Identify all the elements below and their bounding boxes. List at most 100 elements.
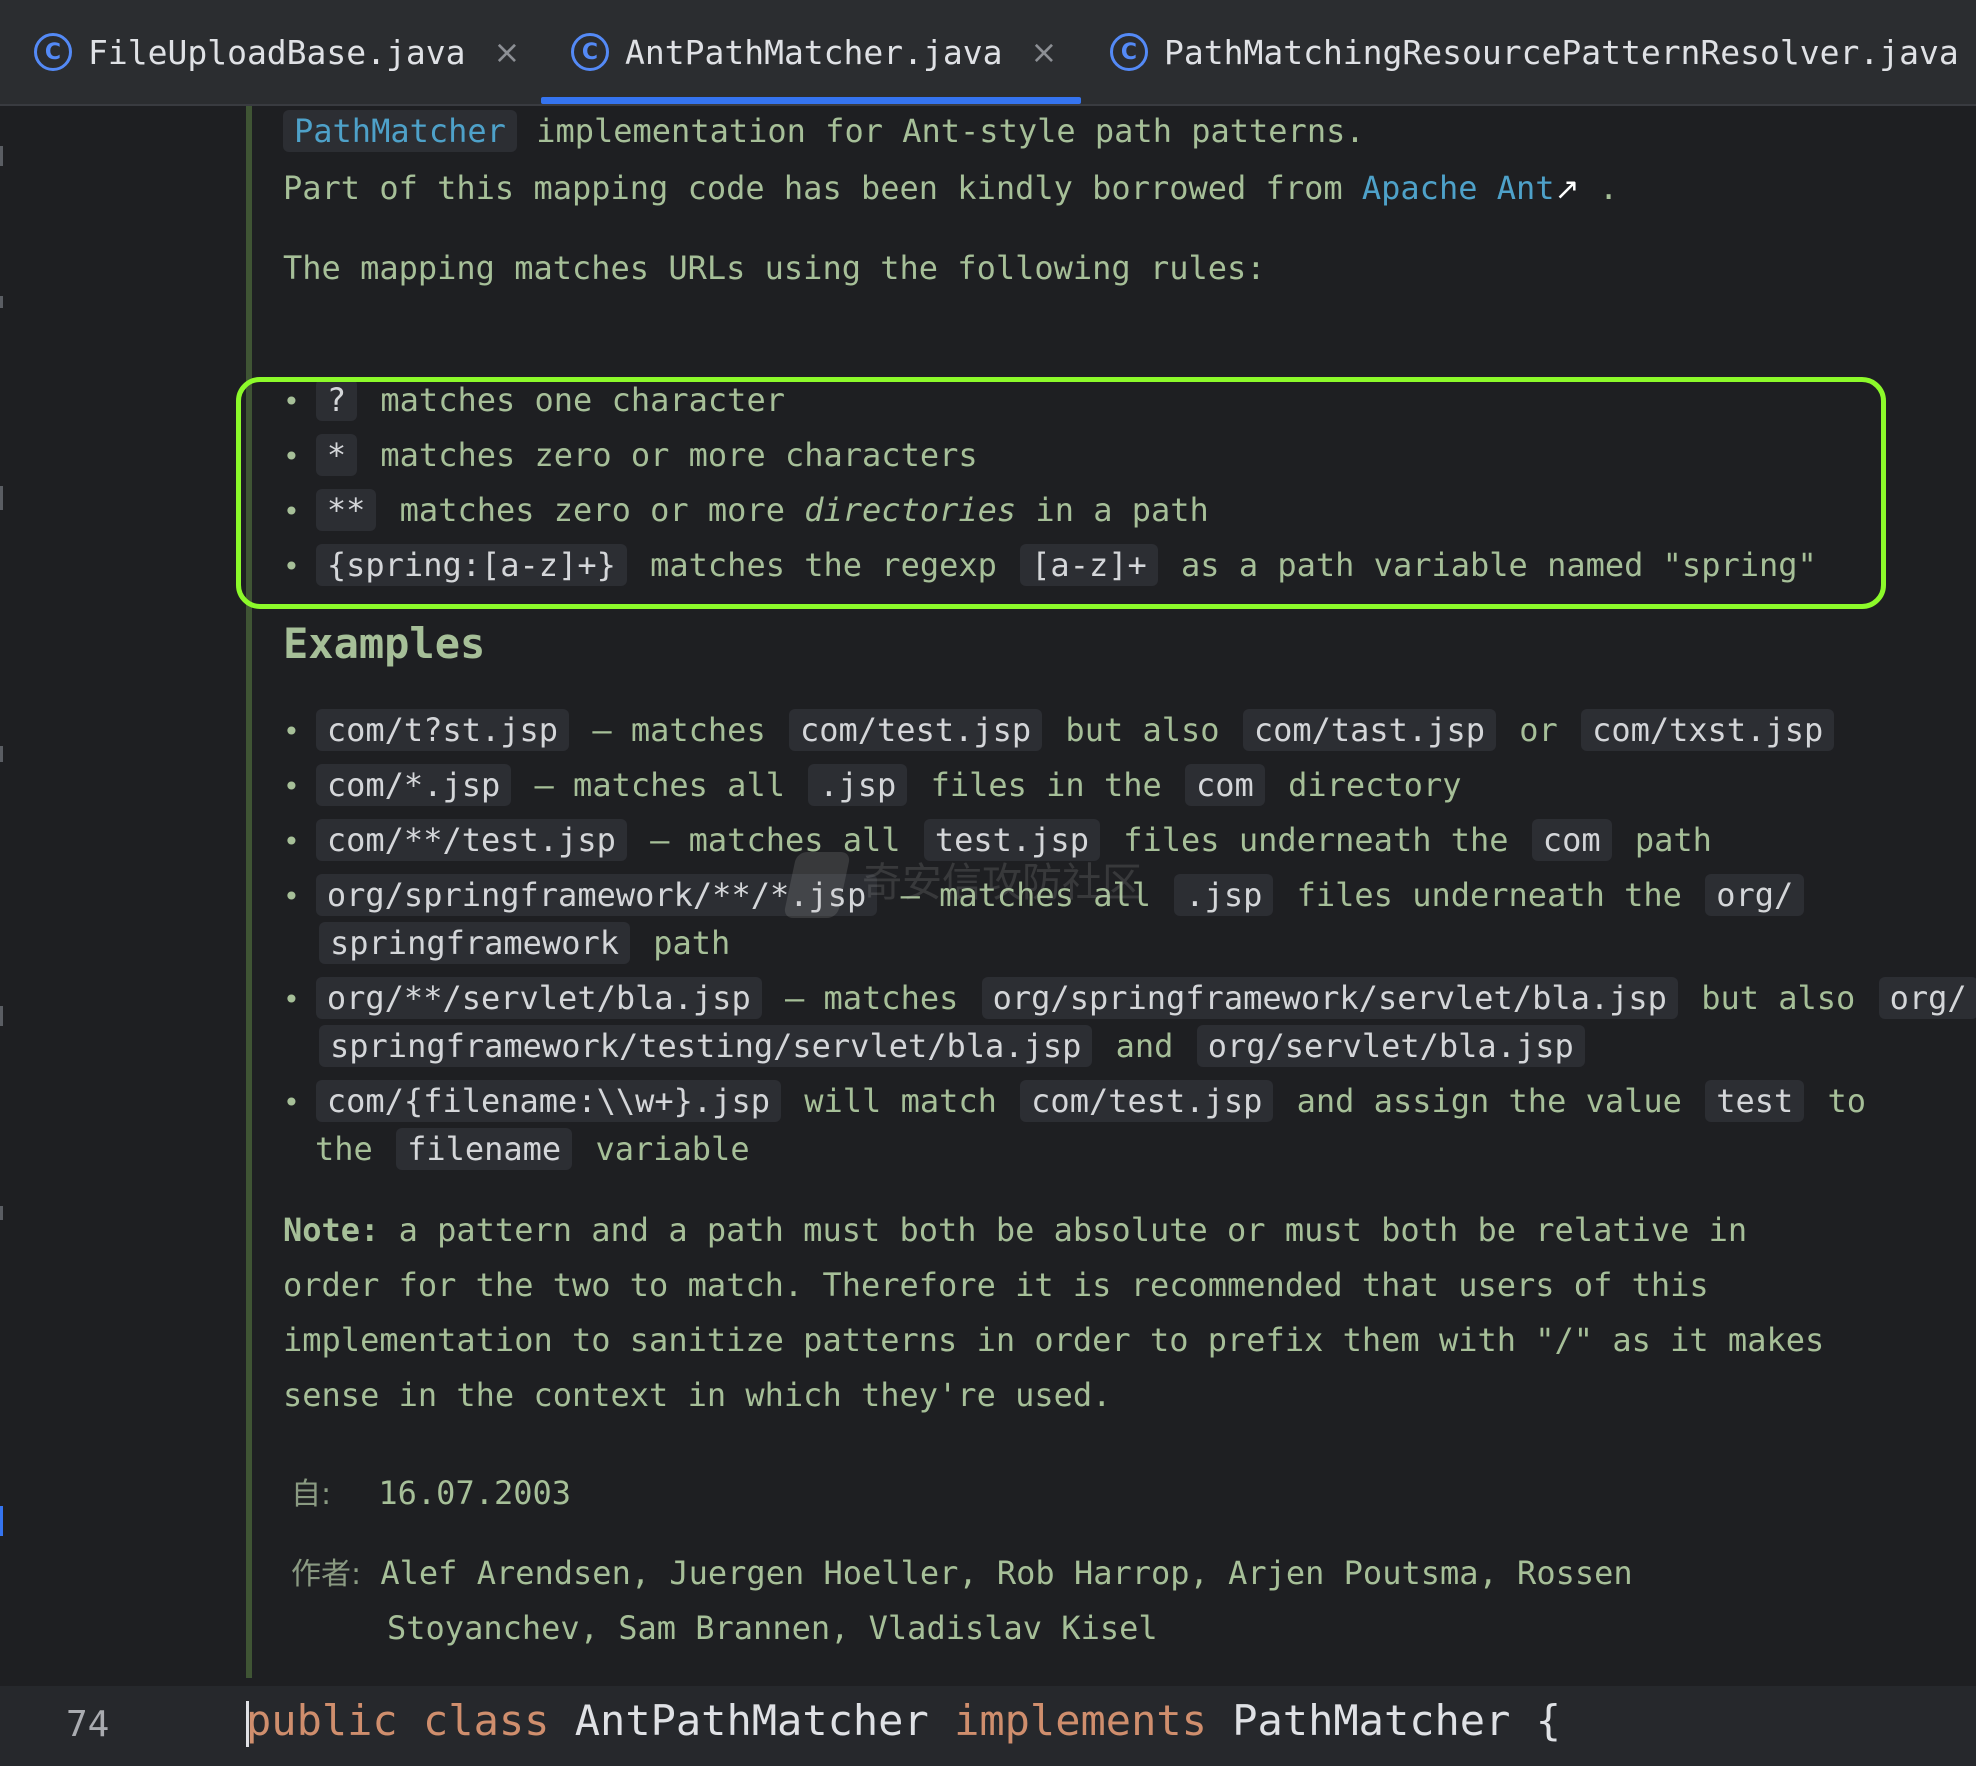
line-number: 74: [66, 1704, 110, 1745]
doc-text: but also: [1701, 979, 1856, 1017]
bullet: •: [283, 983, 300, 1016]
watermark-text: 奇安信攻防社区: [862, 860, 1142, 906]
doc-text: files underneath the: [1123, 821, 1509, 859]
code-chip: com/test.jsp: [1020, 1080, 1274, 1122]
author-line: 作者: Alef Arendsen, Juergen Hoeller, Rob …: [291, 1551, 1633, 1597]
code-chip: org/servlet/bla.jsp: [1196, 1025, 1585, 1067]
since-line: 自: 16.07.2003: [291, 1471, 571, 1517]
doc-text: .: [1598, 169, 1619, 207]
bullet: •: [283, 825, 300, 858]
doc-text: — matches all: [534, 766, 785, 804]
keyword-public: public: [246, 1696, 398, 1745]
note-line: implementation to sanitize patterns in o…: [283, 1321, 1825, 1359]
tab-fileuploadbase[interactable]: C FileUploadBase.java ×: [34, 0, 520, 104]
code-chip: springframework/testing/servlet/bla.jsp: [319, 1025, 1093, 1067]
author-names: Alef Arendsen, Juergen Hoeller, Rob Harr…: [380, 1554, 1633, 1592]
code-chip: .jsp: [1174, 874, 1274, 916]
class-icon: C: [571, 33, 609, 71]
doc-text: the: [315, 1130, 373, 1168]
author-line-continued: Stoyanchev, Sam Brannen, Vladislav Kisel: [387, 1609, 1158, 1647]
doc-text: path: [1634, 821, 1712, 859]
bullet: •: [283, 1086, 300, 1119]
editor-gutter: [0, 106, 240, 1686]
code-chip: .jsp: [808, 764, 908, 806]
keyword-implements: implements: [954, 1696, 1207, 1745]
pathmatcher-link[interactable]: PathMatcher: [283, 110, 517, 152]
code-text[interactable]: public class AntPathMatcher implements P…: [246, 1696, 1561, 1747]
class-icon: C: [34, 33, 72, 71]
watermark: 奇安信攻防社区: [782, 850, 1142, 918]
tab-label: PathMatchingResourcePatternResolver.java: [1164, 32, 1959, 72]
close-icon[interactable]: ×: [494, 33, 521, 71]
code-chip: com/test.jsp: [788, 709, 1043, 751]
note-label: Note:: [283, 1211, 380, 1249]
example-item-continued: springframework path: [315, 921, 730, 965]
apache-ant-link[interactable]: Apache Ant: [1362, 169, 1555, 207]
doc-text: directory: [1288, 766, 1462, 804]
interface-name: PathMatcher: [1232, 1696, 1511, 1745]
external-link-icon: ↗: [1554, 172, 1580, 207]
code-chip: springframework: [319, 922, 630, 964]
code-chip: com/txst.jsp: [1581, 709, 1835, 751]
since-label: 自:: [291, 1477, 332, 1512]
note-line: Note: a pattern and a path must both be …: [283, 1208, 1747, 1252]
code-chip: filename: [396, 1128, 573, 1170]
example-item: • com/*.jsp — matches all .jsp files in t…: [283, 763, 1461, 809]
since-value: 16.07.2003: [378, 1474, 572, 1512]
doc-rules-intro: The mapping matches URLs using the follo…: [283, 249, 1266, 287]
code-chip: com/t?st.jsp: [315, 709, 570, 751]
doc-borrowed-line: Part of this mapping code has been kindl…: [283, 166, 1618, 212]
code-chip: org/: [1878, 977, 1976, 1019]
doc-text: will match: [804, 1082, 997, 1120]
keyword-class: class: [423, 1696, 550, 1745]
example-item-continued: springframework/testing/servlet/bla.jsp …: [315, 1024, 1589, 1068]
doc-text: or: [1519, 711, 1558, 749]
note-line: order for the two to match. Therefore it…: [283, 1266, 1709, 1304]
example-item: • com/t?st.jsp — matches com/test.jsp but…: [283, 708, 1838, 754]
code-chip: com/tast.jsp: [1242, 709, 1496, 751]
active-tab-indicator: [541, 97, 1081, 104]
doc-text: a pattern and a path must both be absolu…: [398, 1211, 1748, 1249]
doc-text: — matches: [784, 979, 959, 1017]
code-chip: org/: [1705, 874, 1805, 916]
bullet: •: [283, 715, 300, 748]
doc-intro-line: PathMatcher implementation for Ant-style…: [283, 109, 1365, 153]
doc-text: files in the: [930, 766, 1162, 804]
scroll-markers: [0, 106, 5, 1686]
example-item-continued: the filename variable: [315, 1127, 750, 1171]
tab-pathmatchingresourcepatternresolver[interactable]: C PathMatchingResourcePatternResolver.ja…: [1110, 0, 1959, 104]
doc-text: but also: [1065, 711, 1220, 749]
code-chip: com: [1185, 764, 1265, 806]
code-chip: test: [1705, 1080, 1805, 1122]
editor-tab-bar: C FileUploadBase.java × C AntPathMatcher…: [0, 0, 1976, 106]
doc-text: variable: [595, 1130, 750, 1168]
tab-antpathmatcher[interactable]: C AntPathMatcher.java ×: [541, 0, 1081, 104]
code-chip: com/**/test.jsp: [315, 819, 627, 861]
code-chip: com/{filename:\\w+}.jsp: [315, 1080, 781, 1122]
code-chip: com/*.jsp: [315, 764, 512, 806]
highlight-annotation-box: [236, 377, 1886, 609]
doc-text: and assign the value: [1296, 1082, 1682, 1120]
note-line: sense in the context in which they're us…: [283, 1376, 1112, 1414]
doc-text: — matches: [592, 711, 766, 749]
code-line-74[interactable]: 74 public class AntPathMatcher implement…: [0, 1686, 1976, 1766]
tab-label: AntPathMatcher.java: [625, 32, 1003, 72]
rendered-doc-bar: [246, 106, 252, 1678]
close-icon[interactable]: ×: [1031, 33, 1058, 71]
class-name: AntPathMatcher: [574, 1696, 929, 1745]
code-chip: com: [1531, 819, 1612, 861]
open-brace: {: [1535, 1696, 1561, 1745]
doc-text: files underneath the: [1296, 876, 1682, 914]
doc-text: path: [653, 924, 731, 962]
example-item: • com/{filename:\\w+}.jsp will match com/…: [283, 1079, 1866, 1125]
watermark-logo-icon: [782, 852, 852, 918]
bullet: •: [283, 770, 300, 803]
examples-heading: Examples: [283, 619, 486, 668]
doc-text: Part of this mapping code has been kindl…: [283, 169, 1343, 207]
doc-text: to: [1827, 1082, 1867, 1120]
author-label: 作者:: [291, 1557, 362, 1592]
example-item: • org/**/servlet/bla.jsp — matches org/sp…: [283, 976, 1976, 1022]
doc-text: and: [1115, 1027, 1174, 1065]
class-icon: C: [1110, 33, 1148, 71]
code-chip: org/springframework/servlet/bla.jsp: [981, 977, 1678, 1019]
